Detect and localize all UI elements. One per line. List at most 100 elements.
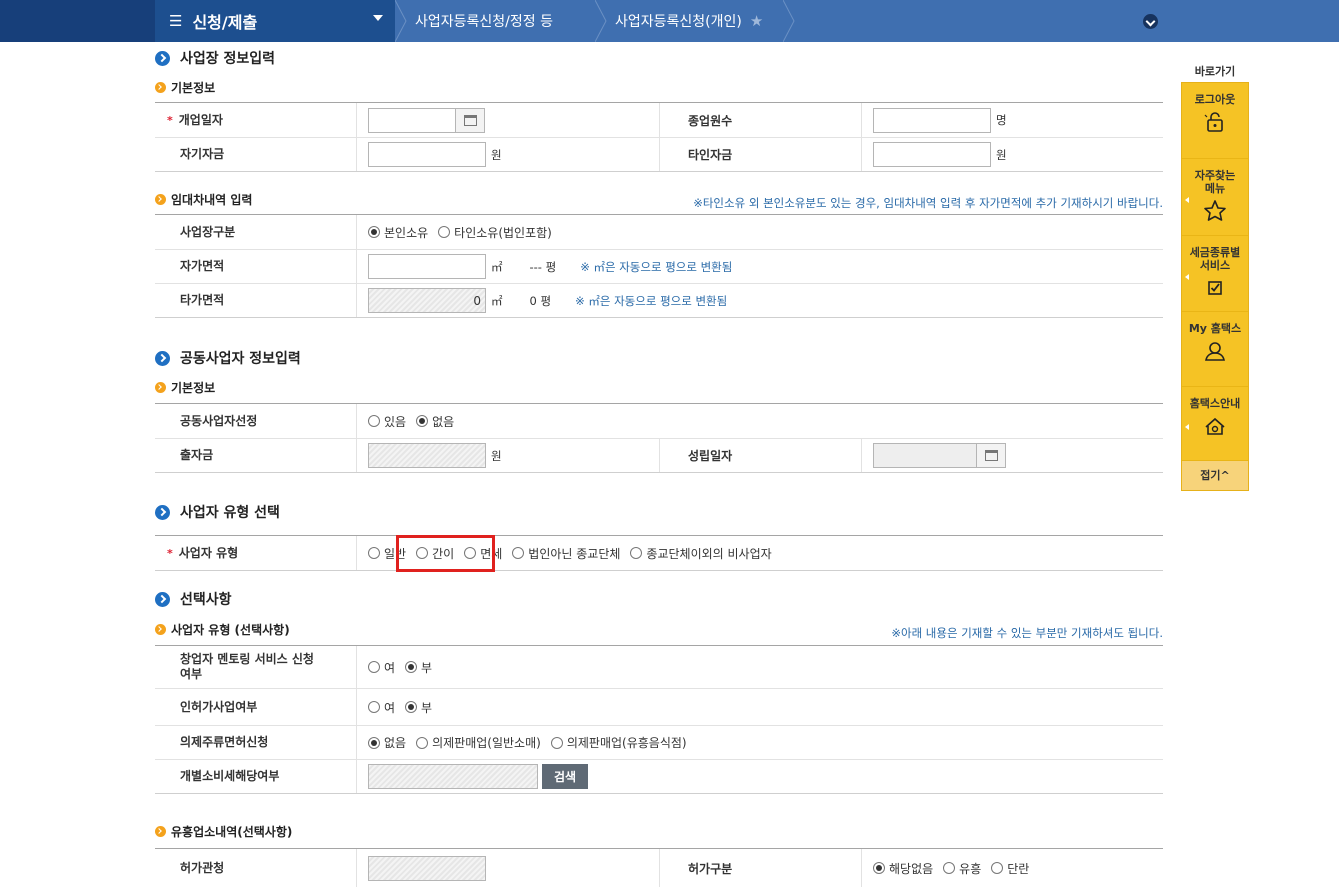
- authority-label: 허가관청: [155, 849, 357, 887]
- caret-down-icon: [373, 15, 383, 21]
- radio-religious[interactable]: 법인아닌 종교단체: [512, 545, 620, 562]
- quick-item-tax-service[interactable]: 세금종류별 서비스: [1182, 236, 1248, 312]
- radio-circle: [464, 547, 477, 559]
- fold-button[interactable]: 접기^: [1182, 461, 1248, 490]
- radio-partner-no[interactable]: 없음: [416, 413, 454, 430]
- own-capital-input[interactable]: [368, 142, 486, 167]
- menu-dropdown[interactable]: ☰ 신청/제출: [155, 0, 395, 42]
- subtitle-text: 임대차내역 입력: [171, 193, 253, 207]
- radio-circle: [368, 415, 380, 427]
- form-row: 자기자금 원 타인자금 원: [155, 137, 1163, 171]
- established-label: 성립일자: [660, 439, 862, 472]
- subtitle-text: 기본정보: [171, 381, 216, 395]
- radio-ent-entertain[interactable]: 유흥: [943, 860, 981, 877]
- radio-label: 부: [421, 700, 433, 715]
- open-date-label: * 개업일자: [155, 103, 357, 137]
- open-date-input[interactable]: [368, 107, 456, 133]
- orange-dot-icon: [155, 826, 166, 837]
- radio-ent-bar[interactable]: 단란: [991, 860, 1029, 877]
- label-text: 창업자 멘토링 서비스 신청여부: [180, 652, 314, 681]
- radio-label: 부: [421, 660, 433, 675]
- expand-circle-icon[interactable]: [1143, 14, 1158, 29]
- established-cell: [862, 439, 1006, 472]
- radio-non-business[interactable]: 종교단체이외의 비사업자: [630, 545, 772, 562]
- hamburger-icon: ☰: [169, 12, 183, 30]
- other-area-cell: ㎡ 0 평 ※ ㎡은 자동으로 평으로 변환됨: [357, 284, 727, 317]
- subtitle-partner-basic: 기본정보: [155, 379, 215, 396]
- arrow-left-icon: [1185, 197, 1189, 203]
- subtitle-text: 유흥업소내역(선택사항): [171, 825, 293, 839]
- radio-liquor-none[interactable]: 없음: [368, 734, 406, 751]
- radio-label: 법인아닌 종교단체: [528, 546, 621, 561]
- own-capital-label: 자기자금: [155, 138, 357, 171]
- radio-liquor-general[interactable]: 의제판매업(일반소매): [416, 734, 541, 751]
- label-text: 종업원수: [688, 113, 733, 128]
- radio-circle: [368, 736, 380, 749]
- radio-simple[interactable]: 간이: [416, 545, 454, 562]
- radio-liquor-bar[interactable]: 의제판매업(유흥음식점): [550, 734, 687, 751]
- radio-circle: [405, 661, 418, 673]
- subtitle-text: 기본정보: [171, 81, 216, 95]
- breadcrumb-item-1[interactable]: 사업자등록신청/정정 등: [415, 0, 553, 42]
- form-row: 인허가사업여부 여 부: [155, 688, 1163, 725]
- arrow-circle-icon: [155, 50, 170, 66]
- unit-text: 원: [491, 147, 502, 162]
- radio-ent-none[interactable]: 해당없음: [873, 860, 933, 877]
- permit-division-cell: 해당없음 유흥 단란: [862, 849, 1039, 887]
- form-row: 개별소비세해당여부 검색: [155, 759, 1163, 793]
- radio-own[interactable]: 본인소유: [368, 224, 428, 241]
- quick-item-faq-menu[interactable]: 자주찾는 메뉴: [1182, 159, 1248, 236]
- other-capital-input[interactable]: [873, 142, 991, 167]
- section-title-text: 선택사항: [180, 592, 232, 608]
- unit-text: ㎡: [491, 293, 503, 308]
- radio-partner-yes[interactable]: 있음: [368, 413, 406, 430]
- radio-permit-no[interactable]: 부: [405, 699, 432, 716]
- biztype-table: * 사업자 유형 일반 간이 면세 법인아닌 종교단체 종교단체이외의 비사업자: [155, 535, 1163, 571]
- label-text: 타가면적: [180, 293, 225, 307]
- partner-table: 공동사업자선정 있음 없음 출자금 원 성립일자: [155, 403, 1163, 473]
- quick-item-my-hometax[interactable]: My 홈택스: [1182, 312, 1248, 387]
- quick-item-logout[interactable]: 로그아웃: [1182, 83, 1248, 159]
- form-row: 사업장구분 본인소유 타인소유(법인포함): [155, 215, 1163, 249]
- orange-dot-icon: [155, 194, 166, 205]
- label-text: 출자금: [180, 448, 214, 462]
- search-button[interactable]: 검색: [542, 764, 589, 789]
- calendar-button[interactable]: [977, 443, 1006, 468]
- star-icon[interactable]: ★: [750, 12, 763, 30]
- form-row: 허가관청 허가구분 해당없음 유흥 단란: [155, 849, 1163, 887]
- section-title-workplace: 사업장 정보입력: [155, 48, 275, 68]
- radio-circle: [405, 701, 418, 713]
- radio-mentoring-no[interactable]: 부: [405, 659, 432, 676]
- employees-input[interactable]: [873, 107, 991, 133]
- form-row: 자가면적 ㎡ --- 평 ※ ㎡은 자동으로 평으로 변환됨: [155, 249, 1163, 283]
- section-title-partner: 공동사업자 정보입력: [155, 348, 301, 368]
- orange-dot-icon: [155, 82, 166, 93]
- radio-label: 여: [384, 700, 396, 715]
- radio-label: 본인소유: [384, 225, 429, 240]
- checkbox-icon: [1203, 277, 1227, 299]
- breadcrumb-item-2[interactable]: 사업자등록신청(개인) ★: [615, 0, 763, 42]
- quick-item-hometax-guide[interactable]: 홈택스안내: [1182, 387, 1248, 461]
- radio-permit-yes[interactable]: 여: [368, 699, 395, 716]
- pyeong-text: 0 평: [529, 293, 552, 308]
- investment-cell: 원: [357, 439, 660, 472]
- own-area-input[interactable]: [368, 254, 486, 279]
- radio-exempt[interactable]: 면세: [464, 545, 502, 562]
- radio-other[interactable]: 타인소유(법인포함): [438, 224, 552, 241]
- radio-general[interactable]: 일반: [368, 545, 406, 562]
- unit-text: 명: [996, 113, 1007, 127]
- label-text: 허가관청: [180, 860, 225, 875]
- required-asterisk-icon: *: [167, 113, 173, 127]
- conversion-hint: ※ ㎡은 자동으로 평으로 변환됨: [580, 259, 733, 274]
- partner-select-cell: 있음 없음: [357, 404, 464, 438]
- biztype-label: * 사업자 유형: [155, 536, 357, 570]
- label-text: 사업자 유형: [178, 545, 239, 560]
- form-row: 공동사업자선정 있음 없음: [155, 404, 1163, 438]
- lease-note: ※타인소유 외 본인소유분도 있는 경우, 임대차내역 입력 후 자가면적에 추…: [693, 196, 1163, 210]
- arrow-circle-icon: [155, 591, 170, 607]
- radio-circle: [368, 661, 380, 673]
- radio-circle: [630, 547, 643, 559]
- radio-mentoring-yes[interactable]: 여: [368, 659, 395, 676]
- calendar-button[interactable]: [456, 107, 485, 133]
- radio-label: 타인소유(법인포함): [454, 225, 552, 240]
